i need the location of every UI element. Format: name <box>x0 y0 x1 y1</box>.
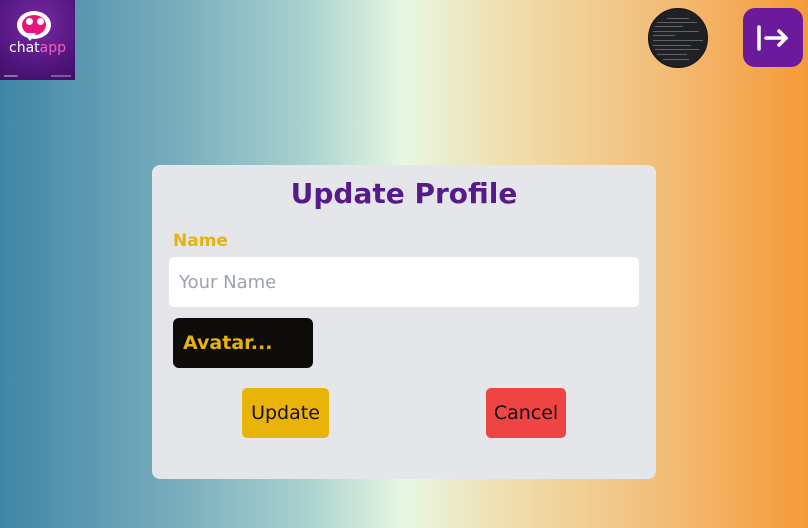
avatar-upload-button[interactable]: Avatar... <box>173 318 313 368</box>
update-button[interactable]: Update <box>242 388 329 438</box>
user-avatar[interactable] <box>648 8 708 68</box>
page-title: Update Profile <box>290 177 518 210</box>
logout-button[interactable] <box>743 8 803 67</box>
logo-eyes <box>26 18 44 28</box>
update-profile-card: Update Profile Name Avatar... Update Can… <box>152 165 656 479</box>
logout-arrow-icon <box>757 24 788 51</box>
logo-text: chatapp <box>9 40 66 56</box>
name-input[interactable] <box>169 257 639 307</box>
name-label: Name <box>173 231 228 251</box>
cancel-button[interactable]: Cancel <box>486 388 566 438</box>
app-logo[interactable]: chatapp <box>0 0 75 80</box>
logo-footer-marks <box>4 75 71 77</box>
